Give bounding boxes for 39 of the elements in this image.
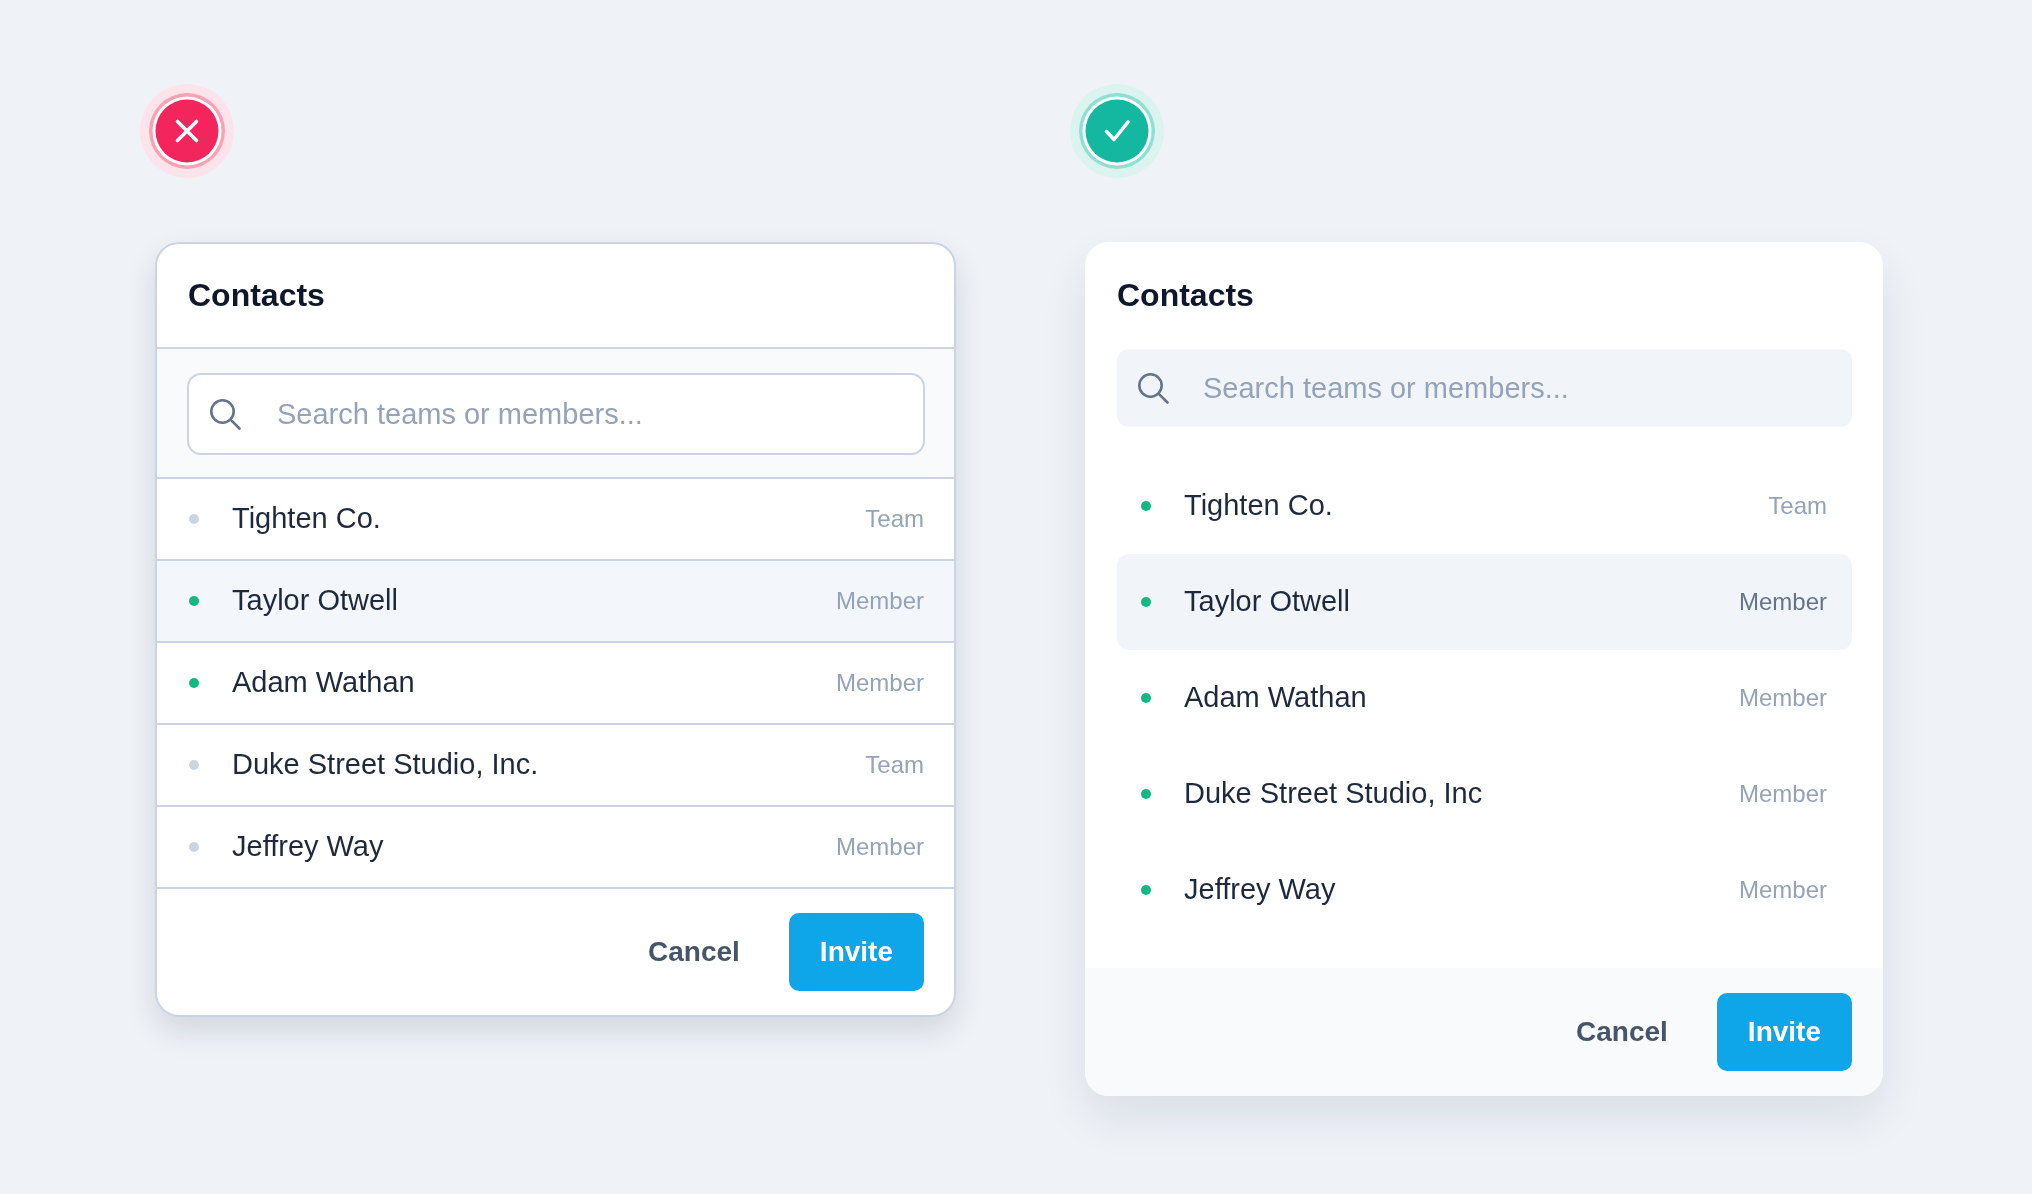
- contact-name: Tighten Co.: [232, 501, 381, 537]
- contact-name: Tighten Co.: [1184, 488, 1333, 524]
- contact-row[interactable]: Duke Street Studio, Inc Member: [1117, 746, 1852, 842]
- search-icon: [1137, 372, 1169, 404]
- contact-type: Member: [835, 586, 924, 616]
- contact-type: Member: [835, 832, 924, 862]
- contact-type: Team: [1768, 491, 1827, 521]
- contact-row[interactable]: Jeffrey Way Member: [157, 807, 954, 889]
- cancel-button[interactable]: Cancel: [1552, 993, 1692, 1071]
- contact-type: Team: [865, 504, 924, 534]
- contact-name: Jeffrey Way: [232, 829, 384, 865]
- contact-name: Duke Street Studio, Inc.: [232, 747, 539, 783]
- contact-type: Member: [1738, 587, 1827, 617]
- contact-type: Member: [835, 668, 924, 698]
- contact-name: Adam Wathan: [232, 665, 415, 701]
- contact-name: Adam Wathan: [1184, 680, 1367, 716]
- contact-name: Taylor Otwell: [1184, 584, 1350, 620]
- cross-mark-icon: [139, 83, 235, 179]
- contact-type: Member: [1738, 875, 1827, 905]
- contact-row[interactable]: Adam Wathan Member: [1117, 650, 1852, 746]
- contact-row[interactable]: Adam Wathan Member: [157, 643, 954, 725]
- search-icon: [209, 398, 241, 430]
- contact-row[interactable]: Duke Street Studio, Inc. Team: [157, 725, 954, 807]
- contact-name: Taylor Otwell: [232, 583, 398, 619]
- contact-row[interactable]: Tighten Co. Team: [1117, 458, 1852, 554]
- contact-row[interactable]: Taylor Otwell Member: [1117, 554, 1852, 650]
- search-field[interactable]: Search teams or members...: [1117, 349, 1852, 427]
- contact-row[interactable]: Jeffrey Way Member: [1117, 842, 1852, 938]
- contact-name: Jeffrey Way: [1184, 872, 1336, 908]
- dialog-title: Contacts: [1117, 276, 1254, 315]
- cancel-button[interactable]: Cancel: [624, 913, 764, 991]
- dialog-title: Contacts: [188, 276, 325, 315]
- contact-type: Team: [865, 750, 924, 780]
- contact-row[interactable]: Taylor Otwell Member: [157, 561, 954, 643]
- contact-name: Duke Street Studio, Inc: [1184, 776, 1483, 812]
- contact-type: Member: [1738, 683, 1827, 713]
- search-field[interactable]: Search teams or members...: [187, 373, 925, 455]
- contact-type: Member: [1738, 779, 1827, 809]
- check-mark-icon: [1069, 83, 1165, 179]
